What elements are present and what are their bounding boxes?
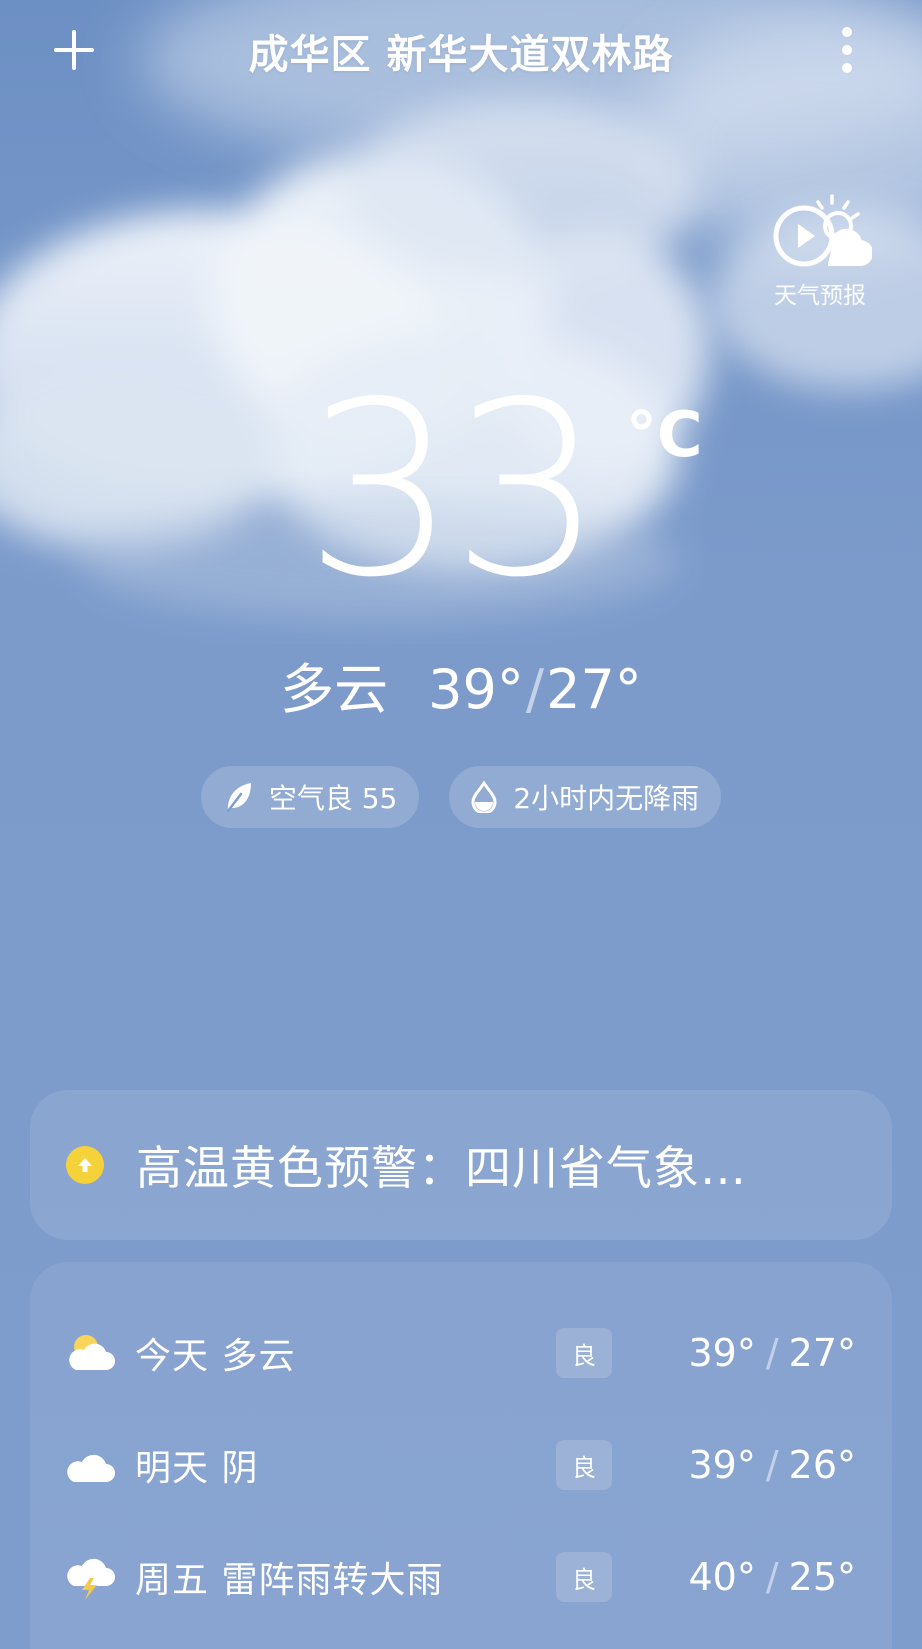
warning-up-arrow-icon	[66, 1146, 104, 1184]
forecast-high: 39°	[688, 1331, 756, 1375]
partly-cloudy-icon	[69, 1335, 115, 1370]
current-condition: 多云	[280, 658, 389, 721]
temp-separator: /	[765, 1555, 779, 1599]
forecast-row-today[interactable]: 今天 多云 良 39°/27°	[30, 1318, 892, 1388]
forecast-temps: 39°/27°	[688, 1331, 856, 1375]
weather-forecast-video-button[interactable]: 天气预报	[764, 192, 876, 310]
forecast-temps: 40°/25°	[688, 1555, 856, 1599]
leaf-icon	[223, 781, 253, 813]
today-high: 39°	[428, 658, 524, 721]
temp-separator: /	[525, 658, 545, 721]
forecast-low: 27°	[788, 1331, 856, 1375]
weather-alert-card[interactable]: 高温黄色预警：四川省气象…	[30, 1090, 892, 1240]
forecast-aqi-badge: 良	[556, 1440, 612, 1490]
weather-screen: 成华区 新华大道双林路 天气预报 33 °C 多云 39°/27° 空气良 55…	[0, 0, 922, 1649]
condition-line: 多云 39°/27°	[0, 645, 922, 724]
forecast-temps: 39°/26°	[688, 1443, 856, 1487]
more-dot	[842, 63, 852, 73]
alert-text: 高温黄色预警：四川省气象…	[136, 1141, 747, 1195]
forecast-low: 26°	[788, 1443, 856, 1487]
forecast-day-label: 明天 阴	[135, 1448, 259, 1489]
forecast-high: 40°	[688, 1555, 756, 1599]
info-chips: 空气良 55 2小时内无降雨	[0, 766, 922, 828]
plus-icon	[54, 30, 94, 70]
air-quality-chip[interactable]: 空气良 55	[200, 766, 420, 828]
thunderstorm-icon	[67, 1558, 115, 1600]
more-dot	[842, 27, 852, 37]
overcast-icon	[67, 1454, 115, 1482]
add-city-button[interactable]	[40, 16, 108, 84]
forecast-low: 25°	[788, 1555, 856, 1599]
forecast-row-tomorrow[interactable]: 明天 阴 良 39°/26°	[30, 1430, 892, 1500]
forecast-video-label: 天气预报	[774, 283, 866, 309]
temp-separator: /	[765, 1443, 779, 1487]
forecast-day-label: 周五 雷阵雨转大雨	[135, 1560, 444, 1601]
daily-forecast-card[interactable]: 今天 多云 良 39°/27° 明天 阴 良 39°/26° 周五 雷阵雨转大雨…	[30, 1262, 892, 1649]
temperature-unit: °C	[626, 398, 703, 471]
temp-separator: /	[765, 1331, 779, 1375]
more-dot	[842, 45, 852, 55]
top-bar: 成华区 新华大道双林路	[0, 0, 922, 100]
weather-video-icon	[773, 194, 872, 267]
water-drop-icon	[471, 781, 497, 813]
forecast-aqi-badge: 良	[556, 1328, 612, 1378]
more-options-button[interactable]	[832, 22, 862, 78]
forecast-row-friday[interactable]: 周五 雷阵雨转大雨 良 40°/25°	[30, 1542, 892, 1612]
location-title[interactable]: 成华区 新华大道双林路	[130, 22, 792, 80]
today-low: 27°	[546, 658, 642, 721]
precipitation-chip[interactable]: 2小时内无降雨	[449, 766, 722, 828]
precipitation-text: 2小时内无降雨	[513, 782, 700, 815]
forecast-aqi-badge: 良	[556, 1552, 612, 1602]
air-quality-text: 空气良 55	[268, 782, 398, 815]
forecast-high: 39°	[688, 1443, 756, 1487]
current-temperature-block: 33 °C	[0, 370, 922, 610]
current-temperature: 33	[304, 350, 603, 630]
forecast-day-label: 今天 多云	[135, 1336, 296, 1377]
